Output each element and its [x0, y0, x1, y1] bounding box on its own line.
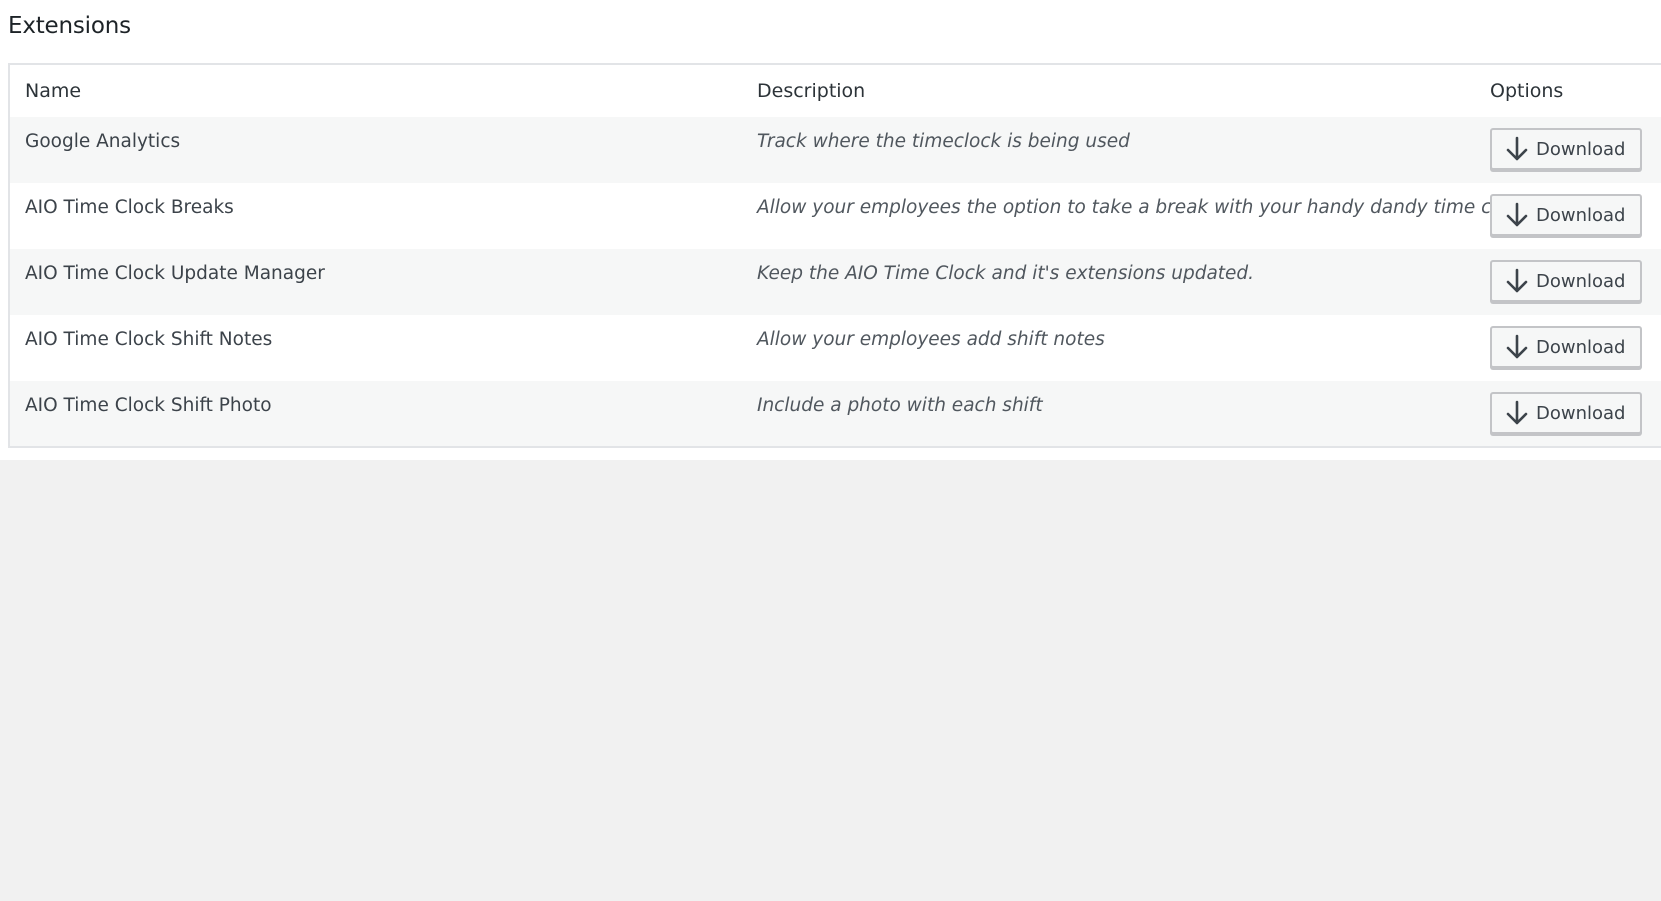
- extension-description: Track where the timeclock is being used: [757, 131, 1130, 152]
- extension-name-cell: AIO Time Clock Shift Photo: [9, 381, 742, 447]
- extension-options-cell: Download: [1475, 315, 1661, 381]
- extension-options-cell: Download: [1475, 117, 1661, 183]
- extension-name: Google Analytics: [25, 131, 181, 152]
- extension-description-cell: Track where the timeclock is being used: [742, 117, 1475, 183]
- extension-description: Allow your employees add shift notes: [757, 329, 1105, 350]
- extension-name: AIO Time Clock Breaks: [25, 197, 234, 218]
- table-row: Google Analytics Track where the timeclo…: [9, 117, 1661, 183]
- extension-options-cell: Download: [1475, 381, 1661, 447]
- download-icon: [1506, 268, 1528, 294]
- extensions-table: Name Description Options Google Analytic…: [8, 63, 1661, 448]
- extensions-panel: Extensions Name Description Options Goog…: [0, 0, 1661, 460]
- download-icon: [1506, 400, 1528, 426]
- extension-name-cell: AIO Time Clock Update Manager: [9, 249, 742, 315]
- table-row: AIO Time Clock Shift Photo Include a pho…: [9, 381, 1661, 447]
- extension-description: Include a photo with each shift: [757, 395, 1043, 416]
- extension-options-cell: Download: [1475, 183, 1661, 249]
- download-button-label: Download: [1536, 204, 1626, 226]
- extension-options-cell: Download: [1475, 249, 1661, 315]
- extension-description-cell: Include a photo with each shift: [742, 381, 1475, 447]
- extension-description-cell: Allow your employees the option to take …: [742, 183, 1529, 249]
- table-row: AIO Time Clock Shift Notes Allow your em…: [9, 315, 1661, 381]
- download-icon: [1506, 202, 1528, 228]
- table-row: AIO Time Clock Breaks Allow your employe…: [9, 183, 1661, 249]
- page-title: Extensions: [8, 13, 131, 39]
- extension-name: AIO Time Clock Shift Notes: [25, 329, 273, 350]
- download-icon: [1506, 136, 1528, 162]
- extension-description-cell: Allow your employees add shift notes: [742, 315, 1475, 381]
- download-button-label: Download: [1536, 270, 1626, 292]
- extension-name: AIO Time Clock Shift Photo: [25, 395, 272, 416]
- download-button[interactable]: Download: [1490, 194, 1643, 236]
- column-header-options: Options: [1490, 80, 1564, 102]
- extension-description-cell: Keep the AIO Time Clock and it's extensi…: [742, 249, 1475, 315]
- download-button-label: Download: [1536, 402, 1626, 424]
- extension-name-cell: AIO Time Clock Shift Notes: [9, 315, 742, 381]
- download-button[interactable]: Download: [1490, 260, 1643, 302]
- extension-name: AIO Time Clock Update Manager: [25, 263, 325, 284]
- column-header-description: Description: [757, 80, 866, 102]
- download-button[interactable]: Download: [1490, 392, 1643, 434]
- download-icon: [1506, 334, 1528, 360]
- download-button[interactable]: Download: [1490, 326, 1643, 368]
- extension-description: Allow your employees the option to take …: [757, 197, 1529, 218]
- download-button-label: Download: [1536, 336, 1626, 358]
- table-row: AIO Time Clock Update Manager Keep the A…: [9, 249, 1661, 315]
- download-button-label: Download: [1536, 138, 1626, 160]
- extension-name-cell: AIO Time Clock Breaks: [9, 183, 742, 249]
- table-header-row: Name Description Options: [9, 64, 1661, 117]
- extension-description: Keep the AIO Time Clock and it's extensi…: [757, 263, 1255, 284]
- download-button[interactable]: Download: [1490, 128, 1643, 170]
- extension-name-cell: Google Analytics: [9, 117, 742, 183]
- column-header-name: Name: [25, 80, 82, 102]
